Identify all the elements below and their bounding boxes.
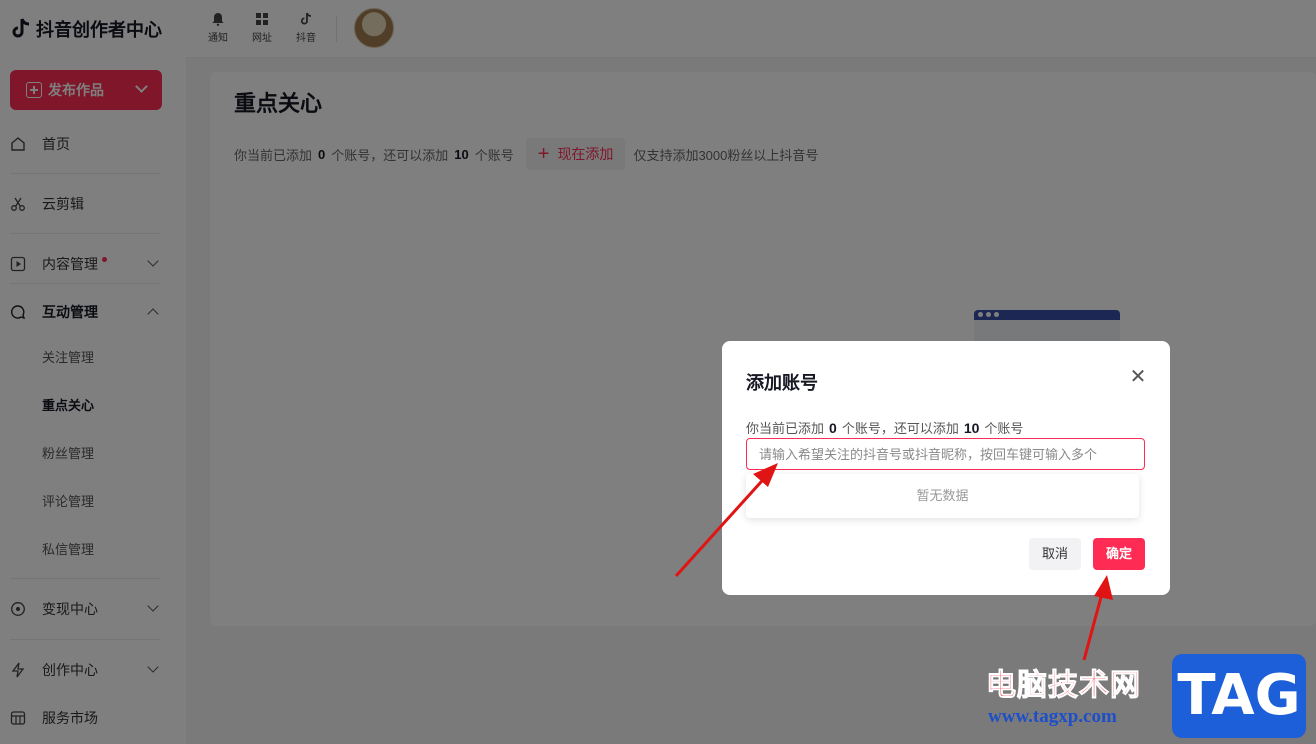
add-account-dialog: 添加账号 ✕ 你当前已添加 0 个账号，还可以添加 10 个账号 暂无数据 取消 确定	[722, 341, 1170, 595]
search-results-dropdown: 暂无数据	[746, 474, 1139, 518]
info-prefix: 你当前已添加	[746, 421, 825, 436]
empty-results-text: 暂无数据	[916, 488, 969, 503]
watermark-tag: TAG	[1172, 654, 1306, 738]
confirm-button[interactable]: 确定	[1093, 538, 1145, 570]
account-search-input[interactable]	[746, 438, 1145, 470]
watermark-text: 电脑技术网	[986, 669, 1141, 703]
added-count: 0	[829, 420, 837, 436]
watermark: 电脑技术网 www.tagxp.com TAG	[980, 654, 1310, 744]
watermark-url: www.tagxp.com	[988, 706, 1117, 727]
cancel-button[interactable]: 取消	[1029, 538, 1081, 570]
dialog-title: 添加账号	[746, 373, 818, 393]
remaining-count: 10	[963, 420, 980, 436]
info-mid: 个账号，还可以添加	[841, 421, 959, 436]
info-suffix: 个账号	[984, 421, 1024, 436]
close-icon[interactable]: ✕	[1128, 367, 1148, 387]
dialog-account-count-info: 你当前已添加 0 个账号，还可以添加 10 个账号	[746, 418, 1023, 437]
